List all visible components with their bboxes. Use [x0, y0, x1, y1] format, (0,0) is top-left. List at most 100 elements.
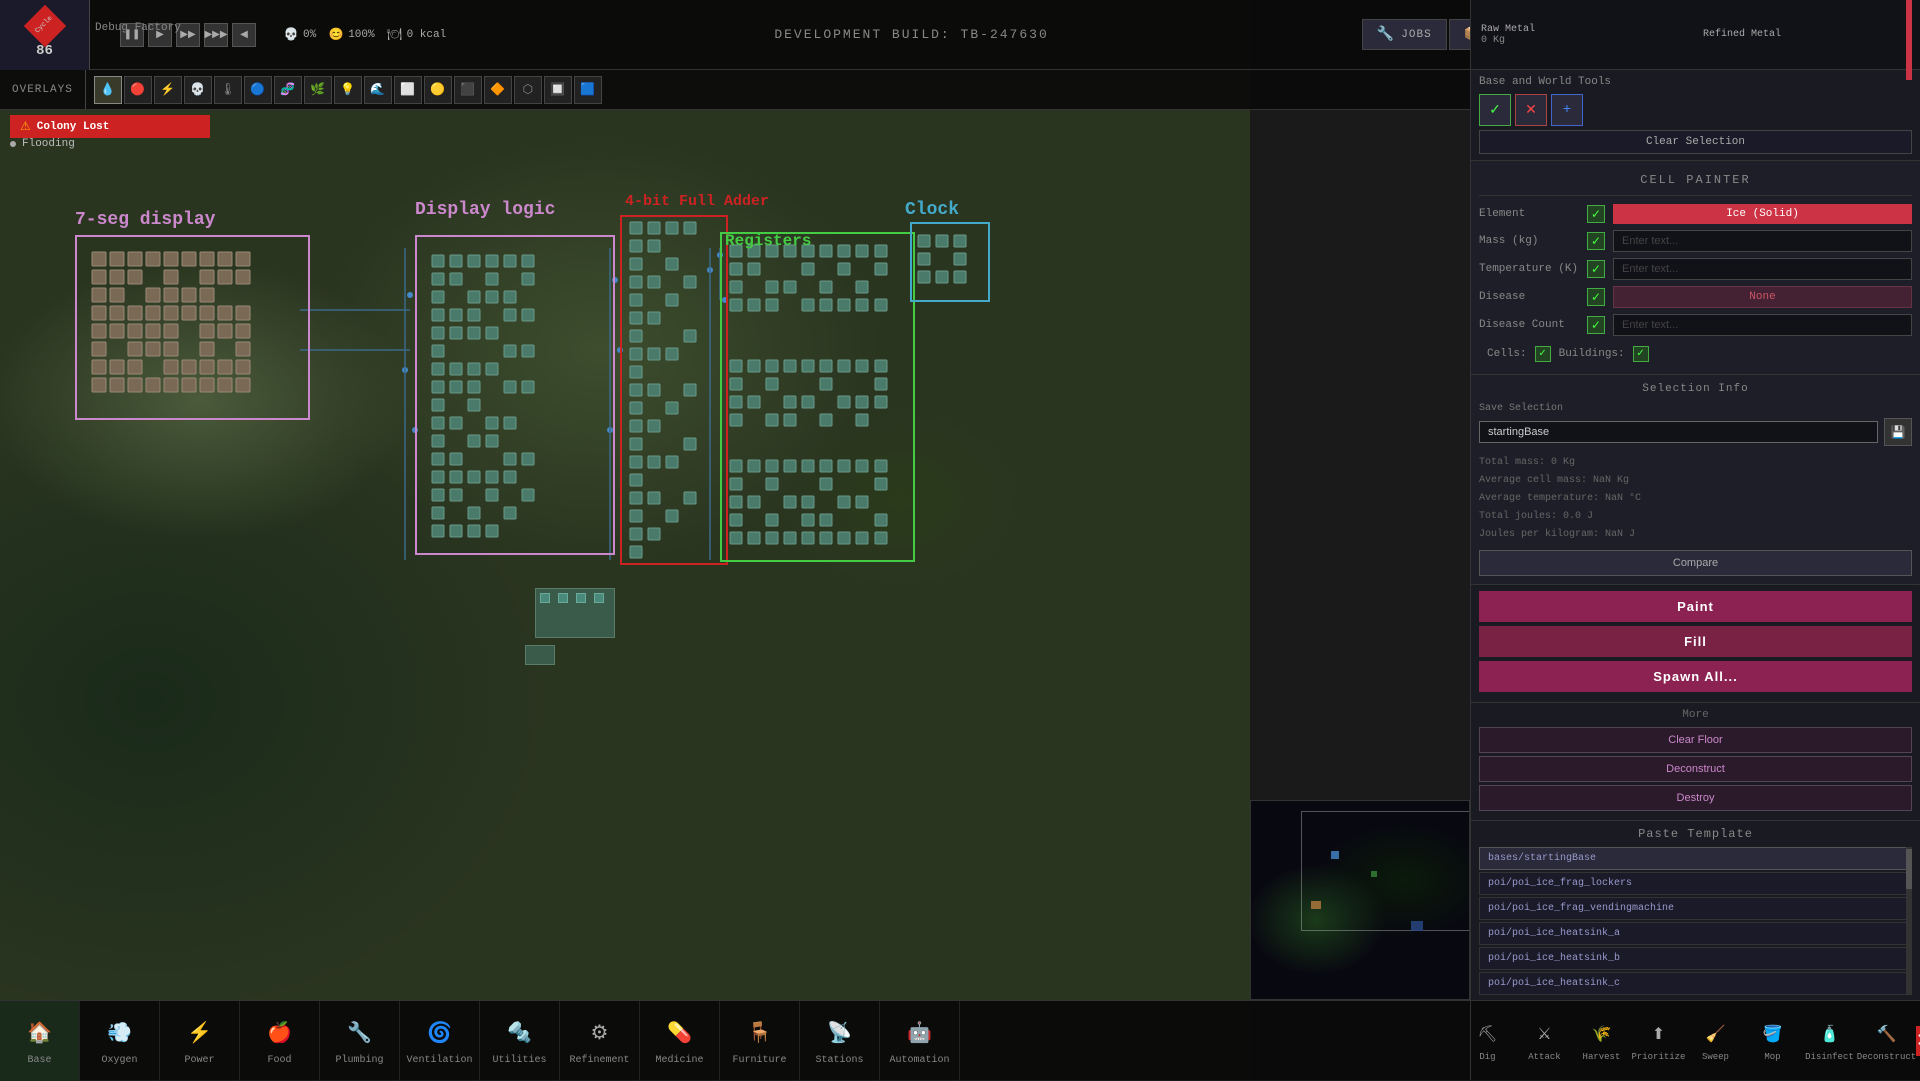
disease-count-label: Disease Count — [1479, 319, 1579, 331]
overlay-blank3[interactable]: ⬛ — [454, 76, 482, 104]
game-canvas[interactable]: ⚠ Colony Lost Flooding 7-seg display Dis… — [0, 0, 1250, 1080]
save-input[interactable] — [1479, 421, 1878, 443]
deconstruct-btn[interactable]: Deconstruct — [1479, 756, 1912, 782]
bottom-bar: 🏠 Base 💨 Oxygen ⚡ Power 🍎 Food 🔧 Plumbin… — [0, 1000, 1470, 1080]
cells-checkbox[interactable]: ✓ — [1535, 346, 1551, 362]
tool-plumbing[interactable]: 🔧 Plumbing — [320, 1001, 400, 1081]
action-prioritize[interactable]: ⬆ Prioritize — [1631, 1013, 1686, 1068]
tool-power[interactable]: ⚡ Power — [160, 1001, 240, 1081]
action-sweep[interactable]: 🧹 Sweep — [1688, 1013, 1743, 1068]
tool-x-btn[interactable]: ✕ — [1515, 94, 1547, 126]
compare-btn[interactable]: Compare — [1479, 550, 1912, 576]
tool-check-btn[interactable]: ✓ — [1479, 94, 1511, 126]
disease-label: Disease — [1479, 291, 1579, 303]
save-selection-label: Save Selection — [1479, 403, 1912, 414]
flooding-text: Flooding — [22, 138, 75, 150]
overlay-disease[interactable]: 💀 — [184, 76, 212, 104]
mass-label: Mass (kg) — [1479, 235, 1579, 247]
overlay-o2[interactable]: 🔵 — [244, 76, 272, 104]
tool-furniture[interactable]: 🪑 Furniture — [720, 1001, 800, 1081]
tool-ventilation[interactable]: 🌀 Ventilation — [400, 1001, 480, 1081]
action-deconstruct[interactable]: 🔨 Deconstruct — [1859, 1013, 1914, 1068]
minimap-viewport — [1301, 811, 1470, 931]
temperature-checkbox[interactable]: ✓ — [1587, 260, 1605, 278]
overlay-flow[interactable]: 🌊 — [364, 76, 392, 104]
refined-metal-label: Refined Metal — [1703, 29, 1910, 40]
template-item-5[interactable]: poi/poi_ice_heatsink_c — [1479, 972, 1912, 995]
minimap-feature-2 — [1371, 871, 1377, 877]
template-item-0[interactable]: bases/startingBase — [1479, 847, 1912, 870]
tool-automation[interactable]: 🤖 Automation — [880, 1001, 960, 1081]
overlay-blank1[interactable]: ⬜ — [394, 76, 422, 104]
tool-stations[interactable]: 📡 Stations — [800, 1001, 880, 1081]
action-harvest[interactable]: 🌾 Harvest — [1574, 1013, 1629, 1068]
element-value[interactable]: Ice (Solid) — [1613, 204, 1912, 224]
overlay-blank5[interactable]: ⬡ — [514, 76, 542, 104]
template-scrollbar[interactable] — [1906, 847, 1912, 995]
deconstruct-action-icon: 🔨 — [1871, 1019, 1901, 1049]
overlay-blank7[interactable]: 🟦 — [574, 76, 602, 104]
action-disinfect[interactable]: 🧴 Disinfect — [1802, 1013, 1857, 1068]
label-display-logic: Display logic — [415, 200, 555, 220]
template-item-1[interactable]: poi/poi_ice_frag_lockers — [1479, 872, 1912, 895]
element-checkbox[interactable]: ✓ — [1587, 205, 1605, 223]
clear-floor-btn[interactable]: Clear Floor — [1479, 727, 1912, 753]
overlay-blank4[interactable]: 🔶 — [484, 76, 512, 104]
skip-btn[interactable]: ◀ — [232, 23, 256, 47]
destroy-btn[interactable]: Destroy — [1479, 785, 1912, 811]
medicine-icon: 💊 — [662, 1015, 698, 1051]
mass-checkbox[interactable]: ✓ — [1587, 232, 1605, 250]
cell-painter: CELL PAINTER Element ✓ Ice (Solid) Mass … — [1471, 161, 1920, 375]
fill-btn[interactable]: Fill — [1479, 626, 1912, 657]
mini-map[interactable] — [1250, 800, 1470, 1000]
overlay-blank2[interactable]: 🟡 — [424, 76, 452, 104]
overlay-fire[interactable]: 🔴 — [124, 76, 152, 104]
colony-alert: ⚠ Colony Lost — [10, 115, 210, 138]
action-attack[interactable]: ⚔ Attack — [1517, 1013, 1572, 1068]
tool-medicine[interactable]: 💊 Medicine — [640, 1001, 720, 1081]
right-main: CELL PAINTER Element ✓ Ice (Solid) Mass … — [1471, 161, 1920, 1080]
action-dig[interactable]: ⛏ Dig — [1460, 1013, 1515, 1068]
overlay-temp[interactable]: 🌡 — [214, 76, 242, 104]
disease-count-input[interactable] — [1613, 314, 1912, 336]
buildings-checkbox[interactable]: ✓ — [1633, 346, 1649, 362]
overlay-bio[interactable]: 🧬 — [274, 76, 302, 104]
overlay-power[interactable]: ⚡ — [154, 76, 182, 104]
stat-avg-temp: Average temperature: NaN °C — [1479, 490, 1912, 508]
template-item-3[interactable]: poi/poi_ice_heatsink_a — [1479, 922, 1912, 945]
calorie-icon: 🍽 — [387, 27, 403, 43]
template-item-2[interactable]: poi/poi_ice_frag_vendingmachine — [1479, 897, 1912, 920]
cancel-action-btn[interactable]: ✕ — [1916, 1026, 1920, 1056]
template-item-4[interactable]: poi/poi_ice_heatsink_b — [1479, 947, 1912, 970]
template-scroll-thumb[interactable] — [1906, 849, 1912, 889]
overlay-water[interactable]: 💧 — [94, 76, 122, 104]
disease-value[interactable]: None — [1613, 286, 1912, 308]
food-icon: 🍎 — [262, 1015, 298, 1051]
tool-oxygen[interactable]: 💨 Oxygen — [80, 1001, 160, 1081]
harvest-icon: 🌾 — [1586, 1019, 1616, 1049]
mass-input[interactable] — [1613, 230, 1912, 252]
overlay-nature[interactable]: 🌿 — [304, 76, 332, 104]
utilities-icon: 🔩 — [502, 1015, 538, 1051]
disease-count-checkbox[interactable]: ✓ — [1587, 316, 1605, 334]
flooding-dot — [10, 141, 16, 147]
tool-refinement[interactable]: ⚙ Refinement — [560, 1001, 640, 1081]
paint-btn[interactable]: Paint — [1479, 591, 1912, 622]
happy-status: 😊 100% — [328, 27, 374, 43]
action-mop[interactable]: 🪣 Mop — [1745, 1013, 1800, 1068]
utilities-label: Utilities — [492, 1055, 546, 1066]
tool-base[interactable]: 🏠 Base — [0, 1001, 80, 1081]
tool-add-btn[interactable]: + — [1551, 94, 1583, 126]
nav-jobs[interactable]: 🔧 JOBS — [1362, 19, 1447, 50]
overlay-light[interactable]: 💡 — [334, 76, 362, 104]
tool-food[interactable]: 🍎 Food — [240, 1001, 320, 1081]
spawn-btn[interactable]: Spawn All... — [1479, 661, 1912, 692]
save-disk-btn[interactable]: 💾 — [1884, 418, 1912, 446]
disease-checkbox[interactable]: ✓ — [1587, 288, 1605, 306]
clear-selection-btn[interactable]: Raw Metal Clear Selection — [1479, 130, 1912, 154]
cancel-icon: ✕ — [1916, 1030, 1920, 1052]
faster-btn[interactable]: ▶▶▶ — [204, 23, 228, 47]
overlay-blank6[interactable]: 🔲 — [544, 76, 572, 104]
tool-utilities[interactable]: 🔩 Utilities — [480, 1001, 560, 1081]
temperature-input[interactable] — [1613, 258, 1912, 280]
